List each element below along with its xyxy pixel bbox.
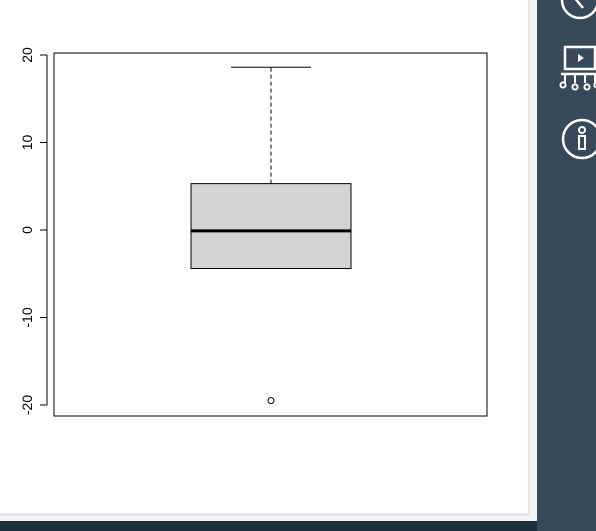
plot-panel: -20 -10 0 10 20 [0,0,528,513]
compass-icon[interactable] [559,0,596,22]
side-rail [537,0,596,531]
y-tick-label: 0 [19,226,35,234]
iqr-box [190,183,352,269]
info-icon[interactable] [559,116,596,162]
outlier-point [267,397,275,405]
boxplot-chart: -20 -10 0 10 20 [19,47,488,417]
y-tick-label: -10 [19,307,35,327]
y-tick-label: 10 [19,135,35,151]
panel-divider [528,0,530,516]
y-tick-label: 20 [19,47,35,63]
presentation-icon[interactable] [559,45,596,91]
y-tick-label: -20 [19,395,35,415]
footer-bar [0,521,537,531]
panel-divider-bottom [0,513,530,516]
